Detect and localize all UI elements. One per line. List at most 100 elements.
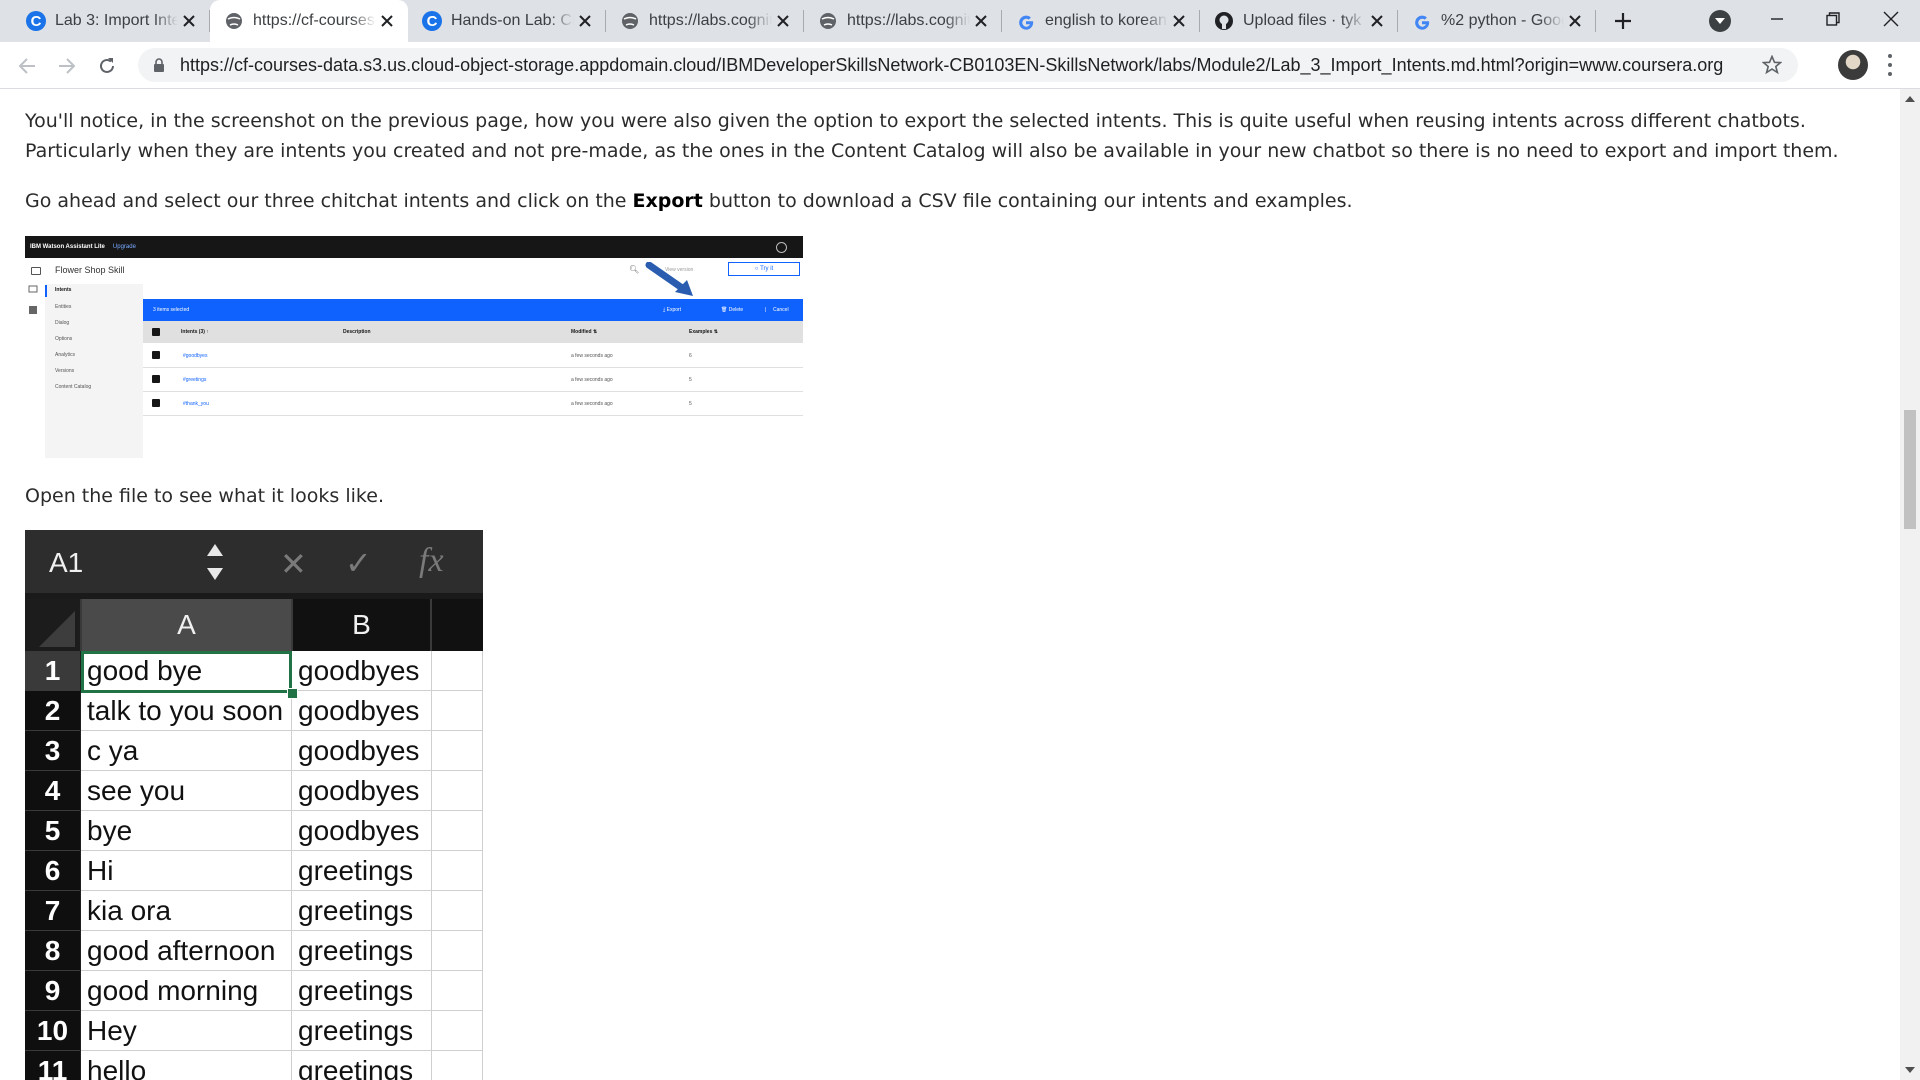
address-bar[interactable]: https://cf-courses-data.s3.us.cloud-obje…	[138, 48, 1798, 82]
browser-tab[interactable]: english to korean	[1002, 0, 1200, 42]
close-tab-icon[interactable]	[376, 10, 398, 32]
page-scrollbar[interactable]	[1900, 89, 1920, 1080]
intent-name: #goodbyes	[183, 353, 208, 359]
browser-menu-icon[interactable]	[1884, 52, 1896, 78]
reload-icon[interactable]	[92, 51, 122, 81]
close-tab-icon[interactable]	[772, 10, 794, 32]
nav-item-dialog: Dialog	[55, 320, 70, 326]
cell-intent-example: c ya	[81, 731, 292, 771]
bookmark-star-icon[interactable]	[1761, 54, 1783, 75]
minimize-icon[interactable]	[1752, 0, 1802, 38]
cell-empty	[432, 811, 483, 851]
tab-title: https://cf-courses-data.s3.us.cloud-obje…	[253, 12, 376, 29]
intent-modified: a few seconds ago	[571, 377, 613, 383]
tab-search-icon[interactable]	[1709, 10, 1731, 32]
row-number: 6	[25, 851, 80, 891]
scroll-down-arrow-icon[interactable]	[1900, 1060, 1920, 1080]
col-description: Description	[343, 329, 371, 335]
close-tab-icon[interactable]	[1168, 10, 1190, 32]
globe-icon	[620, 11, 640, 31]
nav-item-intents: Intents	[55, 287, 72, 293]
browser-tab[interactable]: https://labs.cognitiveclass.ai	[804, 0, 1002, 42]
close-window-icon[interactable]	[1866, 0, 1916, 38]
nav-item-content-catalog: Content Catalog	[55, 384, 92, 390]
restore-icon[interactable]	[1808, 0, 1858, 38]
cell-empty	[432, 651, 483, 691]
lock-icon[interactable]	[152, 57, 166, 73]
tab-title: Upload files · tyk	[1243, 12, 1362, 29]
excel-formula-bar: A1 ✕ ✓ fx	[25, 530, 483, 593]
paragraph-open-file: Open the file to see what it looks like.	[25, 485, 384, 507]
cell-empty	[432, 691, 483, 731]
try-it-button: ○ Try it	[728, 262, 800, 276]
text: button to download a CSV file containing…	[702, 190, 1353, 212]
excel-row: 8 good afternoon greetings	[25, 931, 483, 971]
browser-tab[interactable]: C Lab 3: Import Intents	[12, 0, 210, 42]
watson-upgrade-link: Upgrade	[112, 244, 136, 250]
forward-icon[interactable]	[52, 51, 82, 81]
cell-intent-name: goodbyes	[292, 811, 432, 851]
close-tab-icon[interactable]	[1564, 10, 1586, 32]
url-text[interactable]: https://cf-courses-data.s3.us.cloud-obje…	[180, 55, 1723, 76]
row-checkbox	[152, 375, 160, 383]
close-tab-icon[interactable]	[574, 10, 596, 32]
close-tab-icon[interactable]	[1366, 10, 1388, 32]
export-arrow-annotation	[645, 262, 693, 296]
browser-tab[interactable]: https://labs.cognitiveclass.ai	[606, 0, 804, 42]
intent-modified: a few seconds ago	[571, 401, 613, 407]
cell-intent-name: goodbyes	[292, 771, 432, 811]
excel-row: 5 bye goodbyes	[25, 811, 483, 851]
browser-tab[interactable]: %2 python - Google	[1398, 0, 1596, 42]
close-tab-icon[interactable]	[178, 10, 200, 32]
cell-empty	[432, 971, 483, 1011]
delete-label: Delete	[728, 307, 744, 313]
fill-handle	[287, 688, 298, 699]
export-action: ⤓ Export	[663, 307, 682, 313]
cell-intent-name: goodbyes	[292, 651, 432, 691]
browser-tab[interactable]: Upload files · tyk	[1200, 0, 1398, 42]
help-icon	[776, 242, 787, 253]
tab-title: Lab 3: Import Intents	[55, 12, 178, 29]
watson-skill-name: Flower Shop Skill	[55, 265, 125, 275]
back-icon[interactable]	[12, 51, 42, 81]
excel-row: 3c ya goodbyes	[25, 731, 483, 771]
search-icon: 🔍︎	[629, 265, 640, 274]
cell-intent-example: hello	[81, 1051, 292, 1080]
tab-title: english to korean	[1045, 12, 1167, 29]
new-tab-icon[interactable]	[1610, 8, 1636, 34]
cell-intent-example: Hey	[81, 1011, 292, 1051]
formula-cancel-icon: ✕	[280, 546, 307, 582]
cell-intent-name: greetings	[292, 971, 432, 1011]
globe-icon	[224, 11, 244, 31]
row-checkbox	[152, 399, 160, 407]
cell-empty	[432, 851, 483, 891]
cell-empty	[432, 1011, 483, 1051]
watson-batch-action-bar: 3 items selected ⤓ Export 🗑︎ Delete | Ca…	[143, 299, 803, 321]
scrollbar-thumb[interactable]	[1904, 410, 1916, 529]
close-tab-icon[interactable]	[970, 10, 992, 32]
text: Go ahead and select our three chitchat i…	[25, 190, 633, 212]
browser-toolbar: https://cf-courses-data.s3.us.cloud-obje…	[0, 42, 1920, 89]
excel-row: 6 Hi greetings	[25, 851, 483, 891]
row-number: 3	[25, 731, 80, 771]
scroll-up-arrow-icon[interactable]	[1900, 89, 1920, 109]
row-number: 7	[25, 891, 80, 931]
cancel-action: Cancel	[773, 307, 789, 313]
browser-tab[interactable]: C Hands-on Lab: Create	[408, 0, 606, 42]
browser-tab-active[interactable]: https://cf-courses-data.s3.us.cloud-obje…	[210, 0, 408, 42]
watson-product-name: IBM Watson Assistant Lite	[30, 244, 105, 250]
row-number: 2	[25, 691, 80, 731]
items-selected-count: 3 items selected	[153, 307, 190, 313]
google-icon	[1412, 11, 1432, 31]
row-number: 1	[25, 651, 80, 691]
paragraph-export-instruction: Go ahead and select our three chitchat i…	[25, 186, 1885, 216]
nav-active-indicator	[45, 285, 47, 297]
cell-empty	[432, 1051, 483, 1080]
excel-row: 1 good bye goodbyes	[25, 651, 483, 691]
select-all-corner	[25, 599, 82, 651]
tab-title: https://labs.cognitiveclass.ai	[847, 12, 970, 29]
excel-row: 7 kia ora greetings	[25, 891, 483, 931]
profile-avatar[interactable]	[1838, 50, 1868, 80]
excel-csv-screenshot: A1 ✕ ✓ fx A B 1 good bye goodbyes 2 talk to…	[25, 530, 483, 1080]
cell-intent-example: see you	[81, 771, 292, 811]
